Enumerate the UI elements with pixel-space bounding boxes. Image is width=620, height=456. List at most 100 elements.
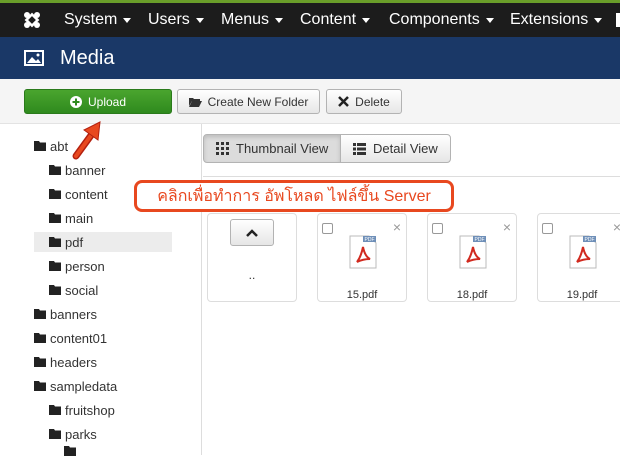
folder-icon (34, 309, 46, 319)
up-button[interactable] (230, 219, 274, 246)
svg-text:PDF: PDF (585, 237, 595, 243)
tree-folder-person[interactable]: person (49, 256, 105, 276)
tree-folder-banners[interactable]: banners (34, 304, 97, 324)
chevron-up-icon (246, 228, 258, 237)
folder-icon (49, 213, 61, 223)
tree-folder-pdf[interactable]: pdf (34, 232, 172, 252)
parent-folder-card[interactable]: .. (207, 213, 297, 302)
upload-button[interactable]: Upload (24, 89, 172, 114)
create-folder-label: Create New Folder (207, 94, 309, 109)
folder-icon (49, 189, 61, 199)
tree-folder-label: social (65, 282, 99, 298)
divider (203, 176, 620, 177)
caret-down-icon (485, 17, 494, 23)
caret-down-icon (362, 17, 371, 23)
menu-extensions[interactable]: Extensions (510, 11, 603, 29)
tree-folder-content[interactable]: content (49, 184, 108, 204)
tree-folder-label: main (65, 210, 94, 226)
tree-folder-label: banner (65, 162, 106, 178)
tree-folder-label: pdf (65, 234, 84, 250)
grid-icon (216, 142, 229, 155)
file-card[interactable]: × PDF 19.pdf (537, 213, 620, 302)
upload-instruction-callout: คลิกเพื่อทำการ อัพโหลด ไฟล์ขึ้น Server (134, 180, 454, 212)
file-checkbox[interactable] (542, 223, 553, 234)
tree-folder-abt[interactable]: abt (34, 136, 68, 156)
tree-folder-label: abt (50, 138, 69, 154)
menu-components[interactable]: Components (389, 11, 494, 29)
file-name: 18.pdf (456, 289, 488, 301)
svg-text:PDF: PDF (365, 237, 375, 243)
tree-folder-headers[interactable]: headers (34, 352, 97, 372)
folder-icon (49, 165, 61, 175)
create-folder-button[interactable]: Create New Folder (177, 89, 320, 114)
thumbnail-view-button[interactable]: Thumbnail View (203, 134, 341, 163)
caret-down-icon (594, 17, 603, 23)
folder-icon (34, 141, 46, 151)
delete-file-icon[interactable]: × (613, 220, 620, 234)
menu-content[interactable]: Content (300, 11, 371, 29)
annotation-arrow-icon (72, 121, 101, 160)
menu-system[interactable]: System (64, 11, 132, 29)
list-icon (353, 142, 366, 155)
caret-down-icon (275, 17, 284, 23)
folder-open-icon (188, 97, 202, 107)
menu-label: Extensions (510, 11, 589, 28)
pdf-file-icon: PDF (569, 235, 597, 269)
pdf-file-icon: PDF (459, 235, 487, 269)
detail-view-button[interactable]: Detail View (340, 134, 451, 163)
folder-tree: abt banner content main pdf person socia… (0, 124, 202, 456)
tree-folder-parks[interactable]: parks (49, 424, 97, 444)
folder-icon (34, 333, 46, 343)
menu-overflow[interactable] (616, 13, 620, 27)
svg-text:PDF: PDF (475, 237, 485, 243)
file-checkbox[interactable] (322, 223, 333, 234)
admin-menu-bar: System Users Menus Content Components Ex… (0, 0, 620, 37)
tree-folder-main[interactable]: main (49, 208, 93, 228)
folder-icon (34, 357, 46, 367)
folder-icon (49, 285, 61, 295)
delete-label: Delete (355, 94, 390, 109)
plus-circle-icon (69, 95, 82, 108)
tree-folder-fruitshop[interactable]: fruitshop (49, 400, 115, 420)
folder-icon (49, 405, 61, 415)
caret-down-icon (123, 17, 132, 23)
menu-label: Components (389, 11, 480, 28)
file-name: 15.pdf (346, 289, 378, 301)
menu-label: System (64, 11, 118, 28)
delete-file-icon[interactable]: × (503, 220, 511, 234)
file-card[interactable]: × PDF 15.pdf (317, 213, 407, 302)
tree-folder-sampledata[interactable]: sampledata (34, 376, 117, 396)
detail-view-label: Detail View (373, 141, 438, 156)
close-icon (338, 96, 350, 107)
menu-label: Content (300, 11, 357, 28)
thumbnail-view-label: Thumbnail View (236, 141, 329, 156)
tree-folder-banner[interactable]: banner (49, 160, 105, 180)
folder-icon (34, 381, 46, 391)
menu-label: Users (148, 11, 190, 28)
tree-folder-label: banners (50, 306, 97, 322)
joomla-logo-icon[interactable] (22, 10, 42, 30)
parent-folder-label: .. (248, 268, 256, 282)
tree-folder-content01[interactable]: content01 (34, 328, 107, 348)
tree-folder-label: fruitshop (65, 402, 115, 418)
file-checkbox[interactable] (432, 223, 443, 234)
tree-folder-label: headers (50, 354, 97, 370)
image-icon (24, 50, 44, 66)
upload-label: Upload (87, 94, 127, 109)
file-name: 19.pdf (566, 289, 598, 301)
folder-icon (49, 237, 61, 247)
tree-folder-social[interactable]: social (49, 280, 98, 300)
pdf-file-icon: PDF (349, 235, 377, 269)
folder-icon (49, 429, 61, 439)
menu-label: Menus (221, 11, 270, 28)
delete-button[interactable]: Delete (326, 89, 402, 114)
file-card[interactable]: × PDF 18.pdf (427, 213, 517, 302)
menu-menus[interactable]: Menus (221, 11, 284, 29)
page-header: Media (0, 37, 620, 79)
tree-folder-label: parks (65, 426, 97, 442)
menu-users[interactable]: Users (148, 11, 204, 29)
caret-down-icon (195, 17, 204, 23)
delete-file-icon[interactable]: × (393, 220, 401, 234)
tree-folder-label: content (65, 186, 108, 202)
tree-folder-label: sampledata (50, 378, 118, 394)
